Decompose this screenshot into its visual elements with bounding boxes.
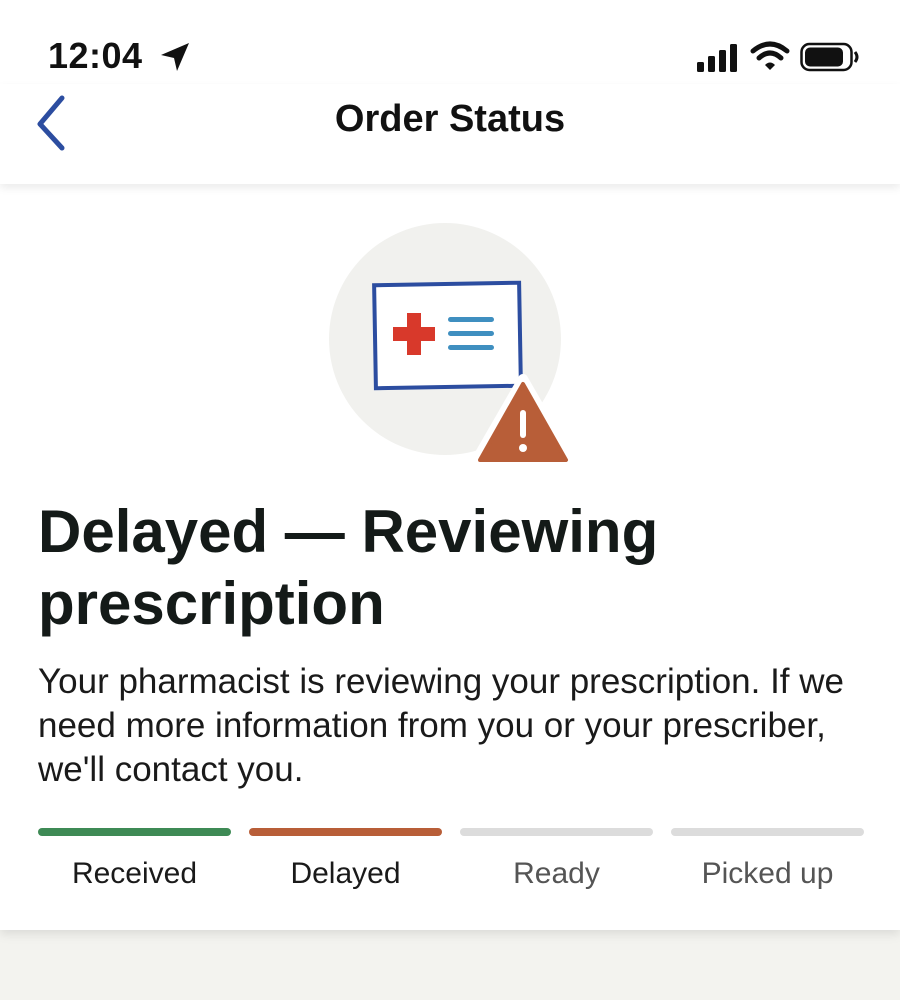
nav-bar: Order Status bbox=[0, 84, 900, 184]
progress-step-picked-up: Picked up bbox=[671, 828, 864, 908]
progress-label-ready: Ready bbox=[513, 857, 600, 890]
location-arrow-icon bbox=[161, 43, 189, 71]
battery-icon bbox=[800, 42, 859, 72]
page-title: Order Status bbox=[334, 98, 566, 140]
order-progress-tracker: Received Delayed Ready Picked up bbox=[38, 828, 864, 908]
progress-step-received: Received bbox=[38, 828, 231, 908]
status-time: 12:04 bbox=[48, 35, 143, 76]
progress-bar-picked-up bbox=[671, 828, 864, 836]
progress-bar-delayed bbox=[249, 828, 442, 836]
order-status-card: Delayed — Reviewing prescription Your ph… bbox=[0, 184, 900, 930]
progress-label-received: Received bbox=[71, 857, 198, 890]
prescription-delayed-illustration bbox=[329, 223, 577, 469]
progress-step-ready: Ready bbox=[460, 828, 653, 908]
status-headline: Delayed — Reviewing prescription bbox=[38, 498, 659, 637]
wifi-icon bbox=[750, 41, 790, 70]
cellular-signal-icon bbox=[697, 44, 737, 72]
progress-label-delayed: Delayed bbox=[290, 857, 401, 890]
progress-bar-ready bbox=[460, 828, 653, 836]
status-description: Your pharmacist is reviewing your prescr… bbox=[38, 662, 844, 789]
progress-label-picked-up: Picked up bbox=[701, 857, 834, 890]
status-bar: 12:04 bbox=[0, 0, 900, 84]
prescription-card-icon bbox=[372, 280, 523, 391]
progress-step-delayed: Delayed bbox=[249, 828, 442, 908]
progress-bar-received bbox=[38, 828, 231, 836]
order-status-screen: 12:04 Order Status Delayed — Reviewing p… bbox=[0, 0, 900, 1000]
